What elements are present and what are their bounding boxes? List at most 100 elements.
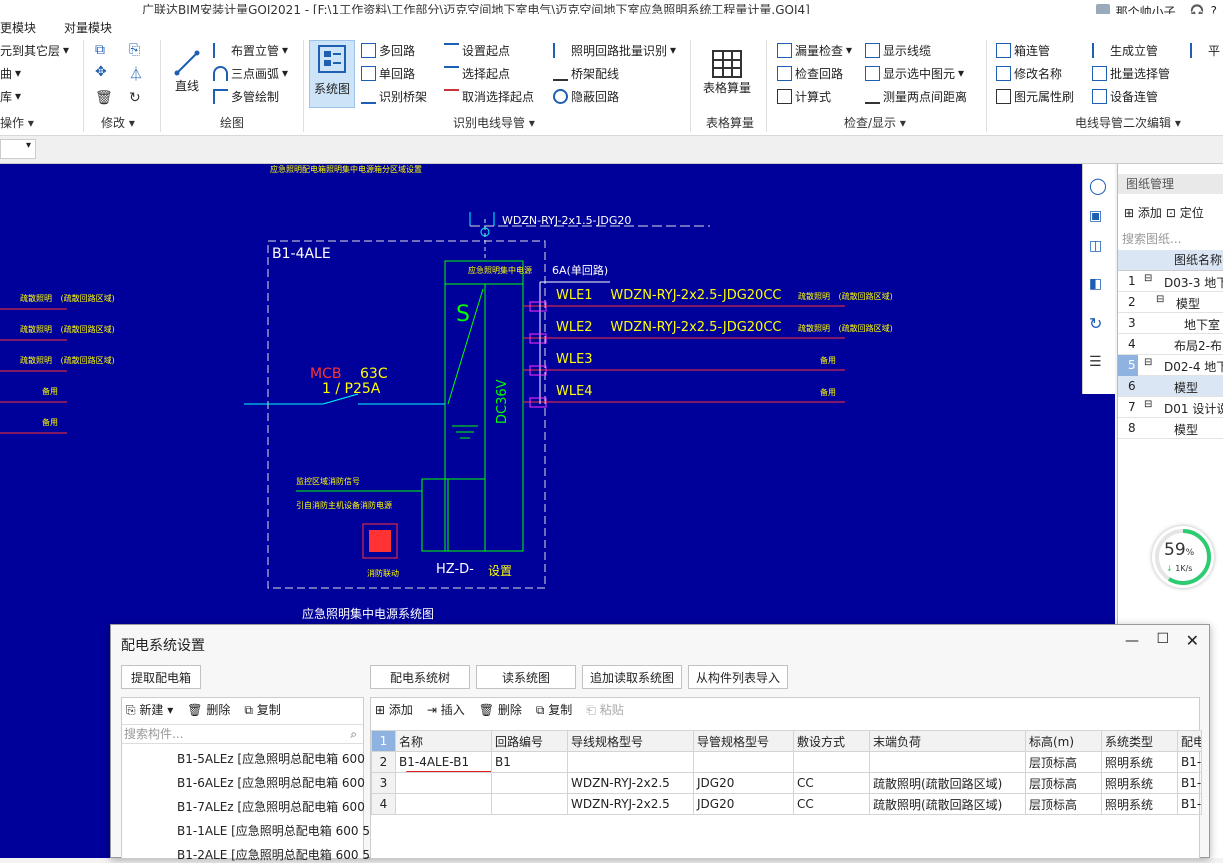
riser-button[interactable]: 布置立管 ▾ [213,40,288,60]
missing-check-button[interactable]: 漏量检查 ▾ [777,40,852,60]
network-speed-widget[interactable]: 59% ↓ 1K/s [1152,526,1214,588]
line-button[interactable]: 直线 [170,42,204,94]
insert-row-button[interactable]: ⇥ 插入 [427,701,465,718]
batch-light-circuit-button[interactable]: 照明回路批量识别 ▾ [553,40,676,60]
component-search-input[interactable]: 搜索构件... ⌕ [122,724,363,744]
list-item[interactable]: B1-7ALEz [应急照明总配电箱 600 [177,798,365,815]
copy-icon[interactable]: ⧉ [95,42,115,58]
maximize-button[interactable]: ☐ [1156,631,1169,647]
col-header[interactable]: 导管规格型号 [693,730,794,752]
batch-select-pipe-button[interactable]: 批量选择管 [1092,63,1170,83]
drawing-row[interactable]: 7 ⊟ D01 设计说 [1118,397,1223,418]
table-row[interactable]: 4 WDZN-RYJ-2x2.5 JDG20 CC 疏散照明(疏散回路区域) 层… [371,793,1202,815]
measure-distance-button[interactable]: 测量两点间距离 [865,86,967,106]
group-label-identify[interactable]: 识别电线导管 ▾ [453,114,535,131]
select-start-button[interactable]: 选择起点 [444,63,510,83]
drawing-search-input[interactable]: 搜索图纸... [1122,230,1181,247]
flat-button[interactable]: 平 [1190,40,1220,60]
multi-circuit-button[interactable]: 多回路 [361,40,415,60]
col-header[interactable]: 系统类型 [1101,730,1178,752]
orbit-icon[interactable]: ◯ [1089,176,1107,195]
mirror-icon[interactable]: ⏃ [129,64,149,84]
append-read-button[interactable]: 追加读取系统图 [582,665,682,689]
copy-to-floor-button[interactable]: 元到其它层 ▾ [0,40,69,60]
library-button[interactable]: 库 ▾ [0,86,21,106]
rotate-icon[interactable]: ↻ [129,90,149,106]
rotate-view-icon[interactable]: ↻ [1089,314,1102,333]
drawing-row[interactable]: 3 地下室 [1118,313,1223,334]
paste-row-button[interactable]: ⎗ 粘贴 [586,701,623,718]
check-circuit-button[interactable]: 检查回路 [777,63,843,83]
drawing-row[interactable]: 4 布局2-布 [1118,334,1223,355]
arc-button[interactable]: 三点画弧 ▾ [213,63,288,83]
multi-pipe-button[interactable]: 多管绘制 [213,86,279,106]
move-icon[interactable]: ✥ [95,64,115,84]
import-from-list-button[interactable]: 从构件列表导入 [688,665,788,689]
extract-box-button[interactable]: 提取配电箱 [121,665,201,689]
3d-view-icon[interactable]: ▣ [1089,208,1102,224]
delete-button[interactable]: 🗑 删除 [187,701,230,718]
list-item[interactable]: B1-1ALE [应急照明总配电箱 600 5 [177,822,370,839]
cancel-start-button[interactable]: 取消选择起点 [444,86,534,106]
floor-selector[interactable]: ▾ [0,139,36,159]
property-brush-button[interactable]: 图元属性刷 [996,86,1074,106]
add-drawing-button[interactable]: ⊞ 添加 [1124,204,1162,221]
col-header[interactable]: 标高(m) [1025,730,1102,752]
table-row[interactable]: 3 WDZN-RYJ-2x2.5 JDG20 CC 疏散照明(疏散回路区域) 层… [371,772,1202,794]
locate-drawing-button[interactable]: ⊡ 定位 [1166,204,1204,221]
menu-item-module[interactable]: 更模块 [0,19,36,36]
set-start-button[interactable]: 设置起点 [444,40,510,60]
identify-tray-button[interactable]: 识别桥架 [361,86,427,106]
list-item[interactable]: B1-5ALEz [应急照明总配电箱 600 [177,750,365,767]
drawing-row-selected[interactable]: 6 模型 [1118,376,1223,397]
hidden-circuit-button[interactable]: 隐蔽回路 [553,86,619,106]
delete-icon[interactable]: 🗑 [95,90,115,106]
generate-riser-button[interactable]: 生成立管 [1092,40,1158,60]
cad-box-id: B1-4ALE [272,246,331,262]
drawing-row[interactable]: 5 ⊟ D02-4 地下 [1118,355,1223,376]
show-cable-button[interactable]: 显示线缆 [865,40,931,60]
col-header[interactable]: 末端负荷 [869,730,1026,752]
new-button[interactable]: ⎘ 新建 ▾ [126,701,173,718]
group-label-modify[interactable]: 修改 ▾ [101,114,135,131]
box-connect-pipe-button[interactable]: 箱连管 [996,40,1050,60]
read-diagram-button[interactable]: 读系统图 [476,665,576,689]
drawing-row[interactable]: 8 模型 [1118,418,1223,439]
single-circuit-button[interactable]: 单回路 [361,63,415,83]
col-header[interactable]: 导线规格型号 [567,730,694,752]
group-label-check[interactable]: 检查/显示 ▾ [844,114,906,131]
col-header[interactable]: 回路编号 [491,730,568,752]
dialog-title: 配电系统设置 [121,638,205,654]
cancel-start-icon [444,88,459,104]
group-label-edit2[interactable]: 电线导管二次编辑 ▾ [1075,114,1181,131]
col-header[interactable]: 名称 [395,730,492,752]
drawing-row[interactable]: 1 ⊟ D03-3 地下 [1118,271,1223,292]
menu-item-check-module[interactable]: 对量模块 [64,19,112,36]
table-row[interactable]: 2 B1-4ALE-B1 B1 层顶标高 照明系统 B1- [371,751,1202,773]
minimize-button[interactable]: — [1125,633,1139,649]
tray-wiring-button[interactable]: 桥架配线 [553,63,619,83]
copy-button[interactable]: ⧉ 复制 [244,701,280,718]
col-header[interactable]: 配电 [1177,730,1202,752]
system-tree-button[interactable]: 配电系统树 [370,665,470,689]
col-header[interactable]: 敷设方式 [793,730,870,752]
box-view-icon[interactable]: ◧ [1089,276,1102,292]
show-selected-button[interactable]: 显示选中图元 ▾ [865,63,964,83]
curve-button[interactable]: 曲 ▾ [0,63,21,83]
cube-view-icon[interactable]: ◫ [1089,238,1102,254]
drawing-row[interactable]: 2 ⊟ 模型 [1118,292,1223,313]
system-diagram-button[interactable]: 系统图 [309,40,355,108]
list-item[interactable]: B1-6ALEz [应急照明总配电箱 600 [177,774,365,791]
device-connect-pipe-button[interactable]: 设备连管 [1092,86,1158,106]
rename-button[interactable]: 修改名称 [996,63,1062,83]
formula-button[interactable]: 计算式 [777,86,831,106]
add-row-button[interactable]: ⊞ 添加 [375,701,413,718]
align-icon[interactable]: ⎘ [129,42,149,58]
close-button[interactable]: ✕ [1186,631,1199,650]
list-item[interactable]: B1-2ALE [应急照明总配电箱 600 5 [177,846,370,863]
delete-row-button[interactable]: 🗑 删除 [479,701,522,718]
copy-row-button[interactable]: ⧉ 复制 [536,701,572,718]
table-calc-button[interactable]: 表格算量 [700,40,754,96]
list-view-icon[interactable]: ☰ [1089,354,1102,370]
group-label-ops[interactable]: 操作 ▾ [0,114,34,131]
